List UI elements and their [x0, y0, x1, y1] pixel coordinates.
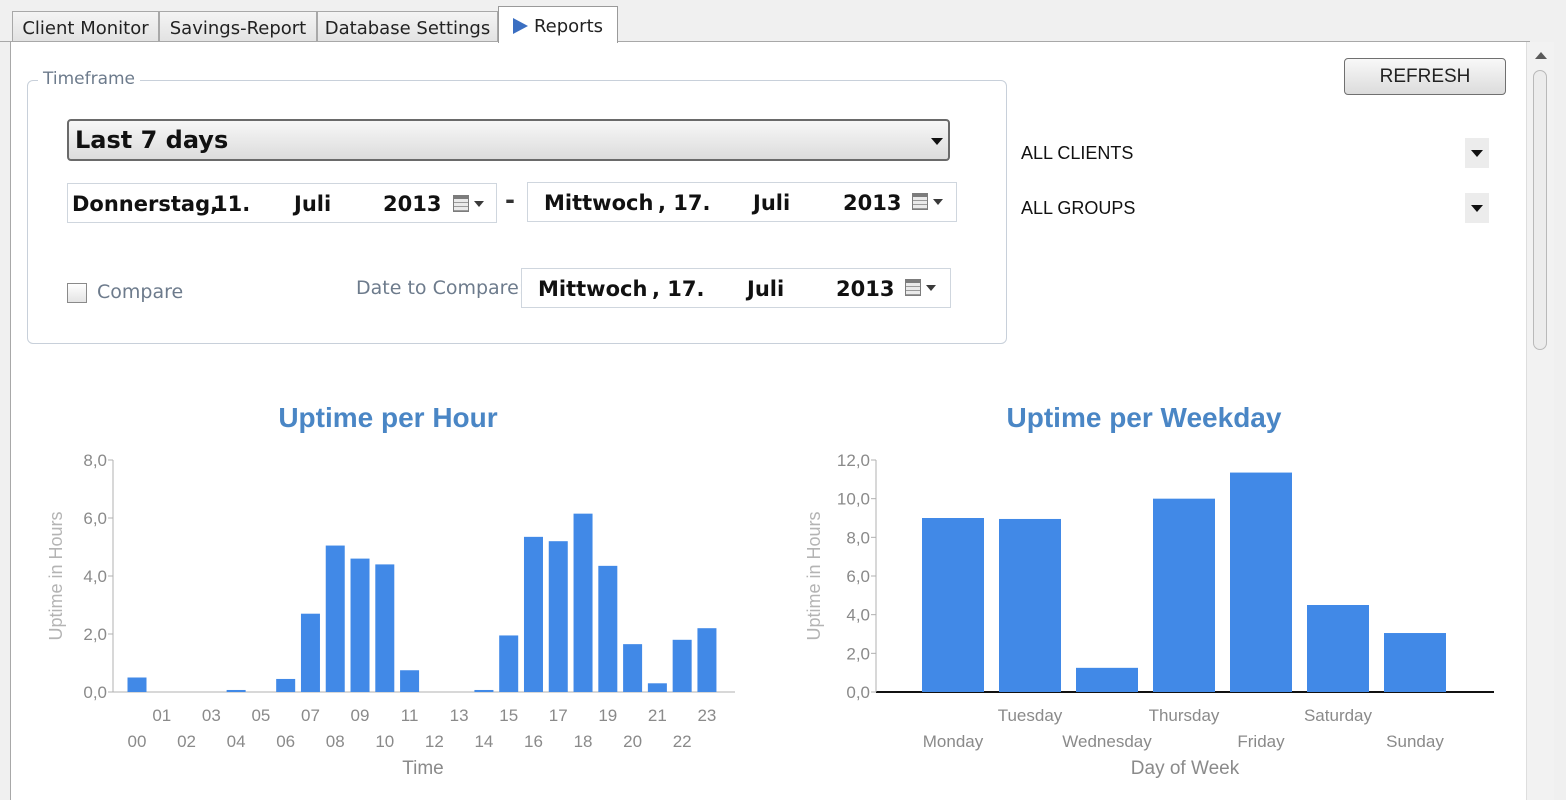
- y-tick-label: 2,0: [846, 644, 870, 663]
- bar: [922, 518, 984, 692]
- y-tick-label: 0,0: [846, 683, 870, 702]
- bar: [1153, 498, 1215, 692]
- x-tick-label: Thursday: [1149, 706, 1220, 725]
- y-tick-label: 10,0: [837, 490, 870, 509]
- compare-date-year: 2013: [836, 277, 895, 301]
- window-edge: [1554, 0, 1566, 800]
- refresh-button[interactable]: REFRESH: [1344, 58, 1506, 95]
- groups-filter-dropdown[interactable]: [1465, 193, 1489, 223]
- to-date-year: 2013: [843, 191, 902, 215]
- bar: [1230, 472, 1292, 692]
- scroll-up-arrow-icon[interactable]: [1535, 52, 1547, 59]
- calendar-icon[interactable]: [912, 193, 928, 210]
- x-axis-title: Day of Week: [1131, 758, 1240, 779]
- weekday-chart-title: Uptime per Weekday: [1006, 402, 1282, 433]
- y-axis-title: Uptime in Hours: [804, 511, 824, 640]
- x-tick-label: Sunday: [1386, 732, 1444, 751]
- scrollbar-thumb[interactable]: [1533, 70, 1547, 350]
- y-tick-label: 6,0: [846, 567, 870, 586]
- clients-filter-dropdown[interactable]: [1465, 138, 1489, 168]
- bar: [999, 518, 1061, 692]
- clients-filter-label: ALL CLIENTS: [1021, 143, 1134, 163]
- tab-reports[interactable]: Reports: [498, 6, 618, 43]
- x-tick-label: Saturday: [1304, 706, 1373, 725]
- vertical-scrollbar[interactable]: [1526, 42, 1554, 800]
- x-tick-label: Wednesday: [1062, 732, 1152, 751]
- y-tick-label: 8,0: [846, 528, 870, 547]
- y-tick-label: 4,0: [846, 606, 870, 625]
- play-arrow-icon: [512, 18, 528, 34]
- x-tick-label: Monday: [923, 732, 984, 751]
- tab-label: Reports: [533, 15, 604, 37]
- bar: [1076, 667, 1138, 692]
- calendar-icon[interactable]: [905, 279, 921, 296]
- bar: [1384, 633, 1446, 692]
- y-tick-label: 12,0: [837, 451, 870, 470]
- x-tick-label: Friday: [1237, 732, 1285, 751]
- chevron-down-icon: [933, 199, 943, 205]
- x-tick-label: Tuesday: [998, 706, 1063, 725]
- groups-filter-label: ALL GROUPS: [1021, 198, 1136, 218]
- chevron-down-icon: [926, 285, 936, 291]
- bar: [1307, 605, 1369, 692]
- uptime-per-weekday-chart: 0,0 2,0 4,0 6,0 8,0 10,0 12,0 Monday Tuesday Wedn…: [804, 451, 1494, 779]
- chevron-down-icon: [931, 138, 943, 145]
